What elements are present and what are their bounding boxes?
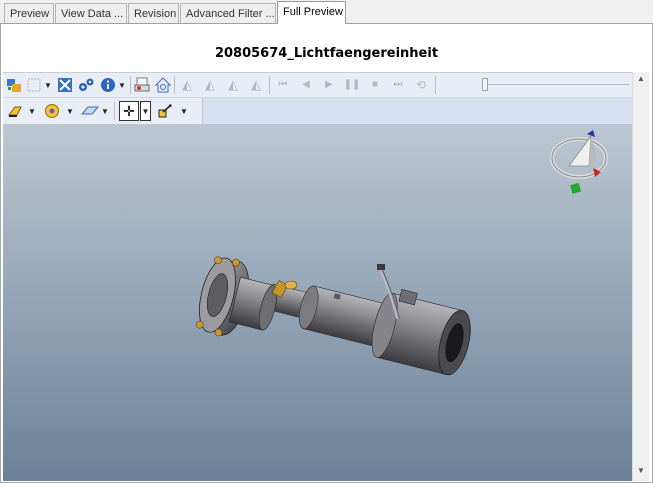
model-tree-icon[interactable]	[5, 76, 23, 94]
chevron-down-icon[interactable]: ▼	[180, 102, 188, 120]
tab-view-data[interactable]: View Data ...	[55, 3, 127, 23]
annotation-4-icon[interactable]: ◭	[247, 76, 265, 94]
viewer-toolbar-secondary: ▼ ▼ ▼ ✛ ▼ ▼	[3, 98, 632, 124]
3d-viewport[interactable]	[3, 124, 632, 481]
annotation-2-icon[interactable]: ◭	[201, 76, 219, 94]
toolbar-separator	[114, 102, 115, 120]
3d-model-part	[266, 283, 471, 376]
pause-icon[interactable]: ❚❚	[343, 76, 361, 94]
toolbar-separator	[174, 76, 175, 94]
stop-icon[interactable]: ■	[366, 76, 384, 94]
chevron-down-icon[interactable]: ▼	[118, 76, 126, 94]
vertical-scrollbar[interactable]: ▲ ▼	[632, 72, 649, 481]
scroll-down-icon[interactable]: ▼	[636, 466, 646, 475]
timeline-slider-thumb[interactable]	[482, 78, 488, 91]
annotation-3-icon[interactable]: ◭	[224, 76, 242, 94]
section-plane-icon[interactable]	[81, 102, 99, 120]
toolbar-separator	[130, 76, 131, 94]
orientation-triad-icon[interactable]	[547, 128, 611, 200]
annotation-1-icon[interactable]: ◭	[178, 76, 196, 94]
tab-preview[interactable]: Preview	[4, 3, 54, 23]
chevron-down-icon[interactable]: ▼	[28, 102, 36, 120]
zoom-fit-icon[interactable]	[56, 76, 74, 94]
chevron-down-icon[interactable]: ▼	[101, 102, 109, 120]
3d-model-part	[195, 256, 278, 337]
first-frame-icon[interactable]: ⏮	[274, 76, 292, 94]
next-frame-icon[interactable]: ⏭	[389, 76, 407, 94]
tab-advanced-filter[interactable]: Advanced Filter ...	[180, 3, 276, 23]
toolbar-separator	[269, 76, 270, 94]
tab-bar: Preview View Data ... Revision Advanced …	[0, 0, 653, 24]
loop-icon[interactable]: ⟲	[412, 76, 430, 94]
chevron-down-icon[interactable]: ▼	[140, 101, 151, 121]
timeline-track	[484, 84, 629, 85]
tab-full-preview[interactable]: Full Preview	[277, 1, 346, 24]
scroll-up-icon[interactable]: ▲	[636, 74, 646, 83]
play-icon[interactable]: ▶	[320, 76, 338, 94]
fit-view-icon[interactable]	[25, 76, 43, 94]
view-orientation-icon[interactable]	[43, 102, 61, 120]
chevron-down-icon[interactable]: ▼	[66, 102, 74, 120]
home-view-icon[interactable]	[154, 76, 172, 94]
toolbar-group: ▼ ▼ ▼ ✛ ▼ ▼	[3, 98, 203, 124]
viewer-toolbar-main: ▼ ▼ ◭ ◭ ◭ ◭ ⏮ ◀ ▶ ❚❚ ■ ⏭ ⟲	[3, 72, 632, 98]
chevron-down-icon[interactable]: ▼	[44, 76, 52, 94]
toolbar-separator	[435, 76, 436, 94]
measure-icon[interactable]	[156, 102, 174, 120]
info-icon[interactable]	[99, 76, 117, 94]
prev-frame-icon[interactable]: ◀	[297, 76, 315, 94]
print-icon[interactable]	[133, 76, 151, 94]
tab-revision[interactable]: Revision	[128, 3, 179, 23]
document-title: 20805674_Lichtfaengereinheit	[214, 46, 439, 61]
settings-gear-icon[interactable]	[77, 76, 95, 94]
pan-move-icon[interactable]: ✛	[119, 101, 139, 121]
shading-mode-icon[interactable]	[6, 102, 24, 120]
